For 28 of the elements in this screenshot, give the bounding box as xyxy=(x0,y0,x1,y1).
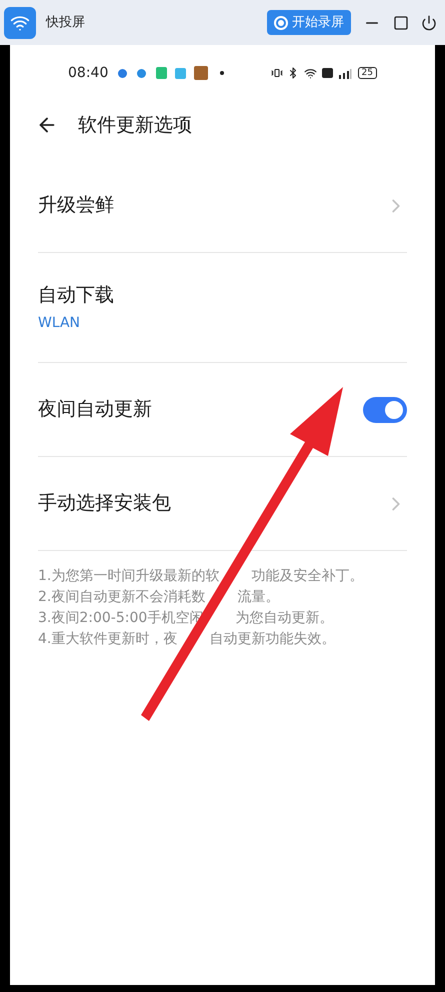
notification-icon xyxy=(194,66,208,80)
note-text: 功能及安全补丁。 xyxy=(251,567,364,586)
note-text: 2.夜间自动更新不会消耗数 xyxy=(38,588,206,607)
battery-level: 25 xyxy=(358,67,377,79)
toggle-switch[interactable] xyxy=(363,396,407,422)
setting-label: 夜间自动更新 xyxy=(38,397,152,422)
record-icon xyxy=(274,16,288,30)
app-title: 快投屏 xyxy=(46,14,85,32)
note-text: 1.为您第一时间升级最新的软 xyxy=(38,567,220,586)
app-logo-icon xyxy=(4,6,36,38)
maximize-icon[interactable] xyxy=(393,14,409,30)
page-title: 软件更新选项 xyxy=(78,112,192,138)
note-text: 流量。 xyxy=(237,588,280,607)
notification-icon xyxy=(175,68,186,78)
note-text: 自动更新功能失效。 xyxy=(209,630,336,649)
signal-icon xyxy=(338,68,352,78)
record-button[interactable]: 开始录屏 xyxy=(267,10,351,35)
vibrate-icon xyxy=(270,67,283,79)
note-text: 4.重大软件更新时，夜 xyxy=(38,630,178,649)
wifi-icon xyxy=(304,66,317,80)
setting-value: WLAN xyxy=(38,314,82,334)
notification-icon xyxy=(156,67,168,79)
status-time: 08:40 xyxy=(68,64,108,82)
setting-label: 升级尝鲜 xyxy=(38,193,114,218)
setting-label: 手动选择安装包 xyxy=(38,491,171,516)
setting-label: 自动下载 xyxy=(38,282,114,308)
power-icon[interactable] xyxy=(421,14,437,30)
note-text: 为您自动更新。 xyxy=(235,609,334,628)
